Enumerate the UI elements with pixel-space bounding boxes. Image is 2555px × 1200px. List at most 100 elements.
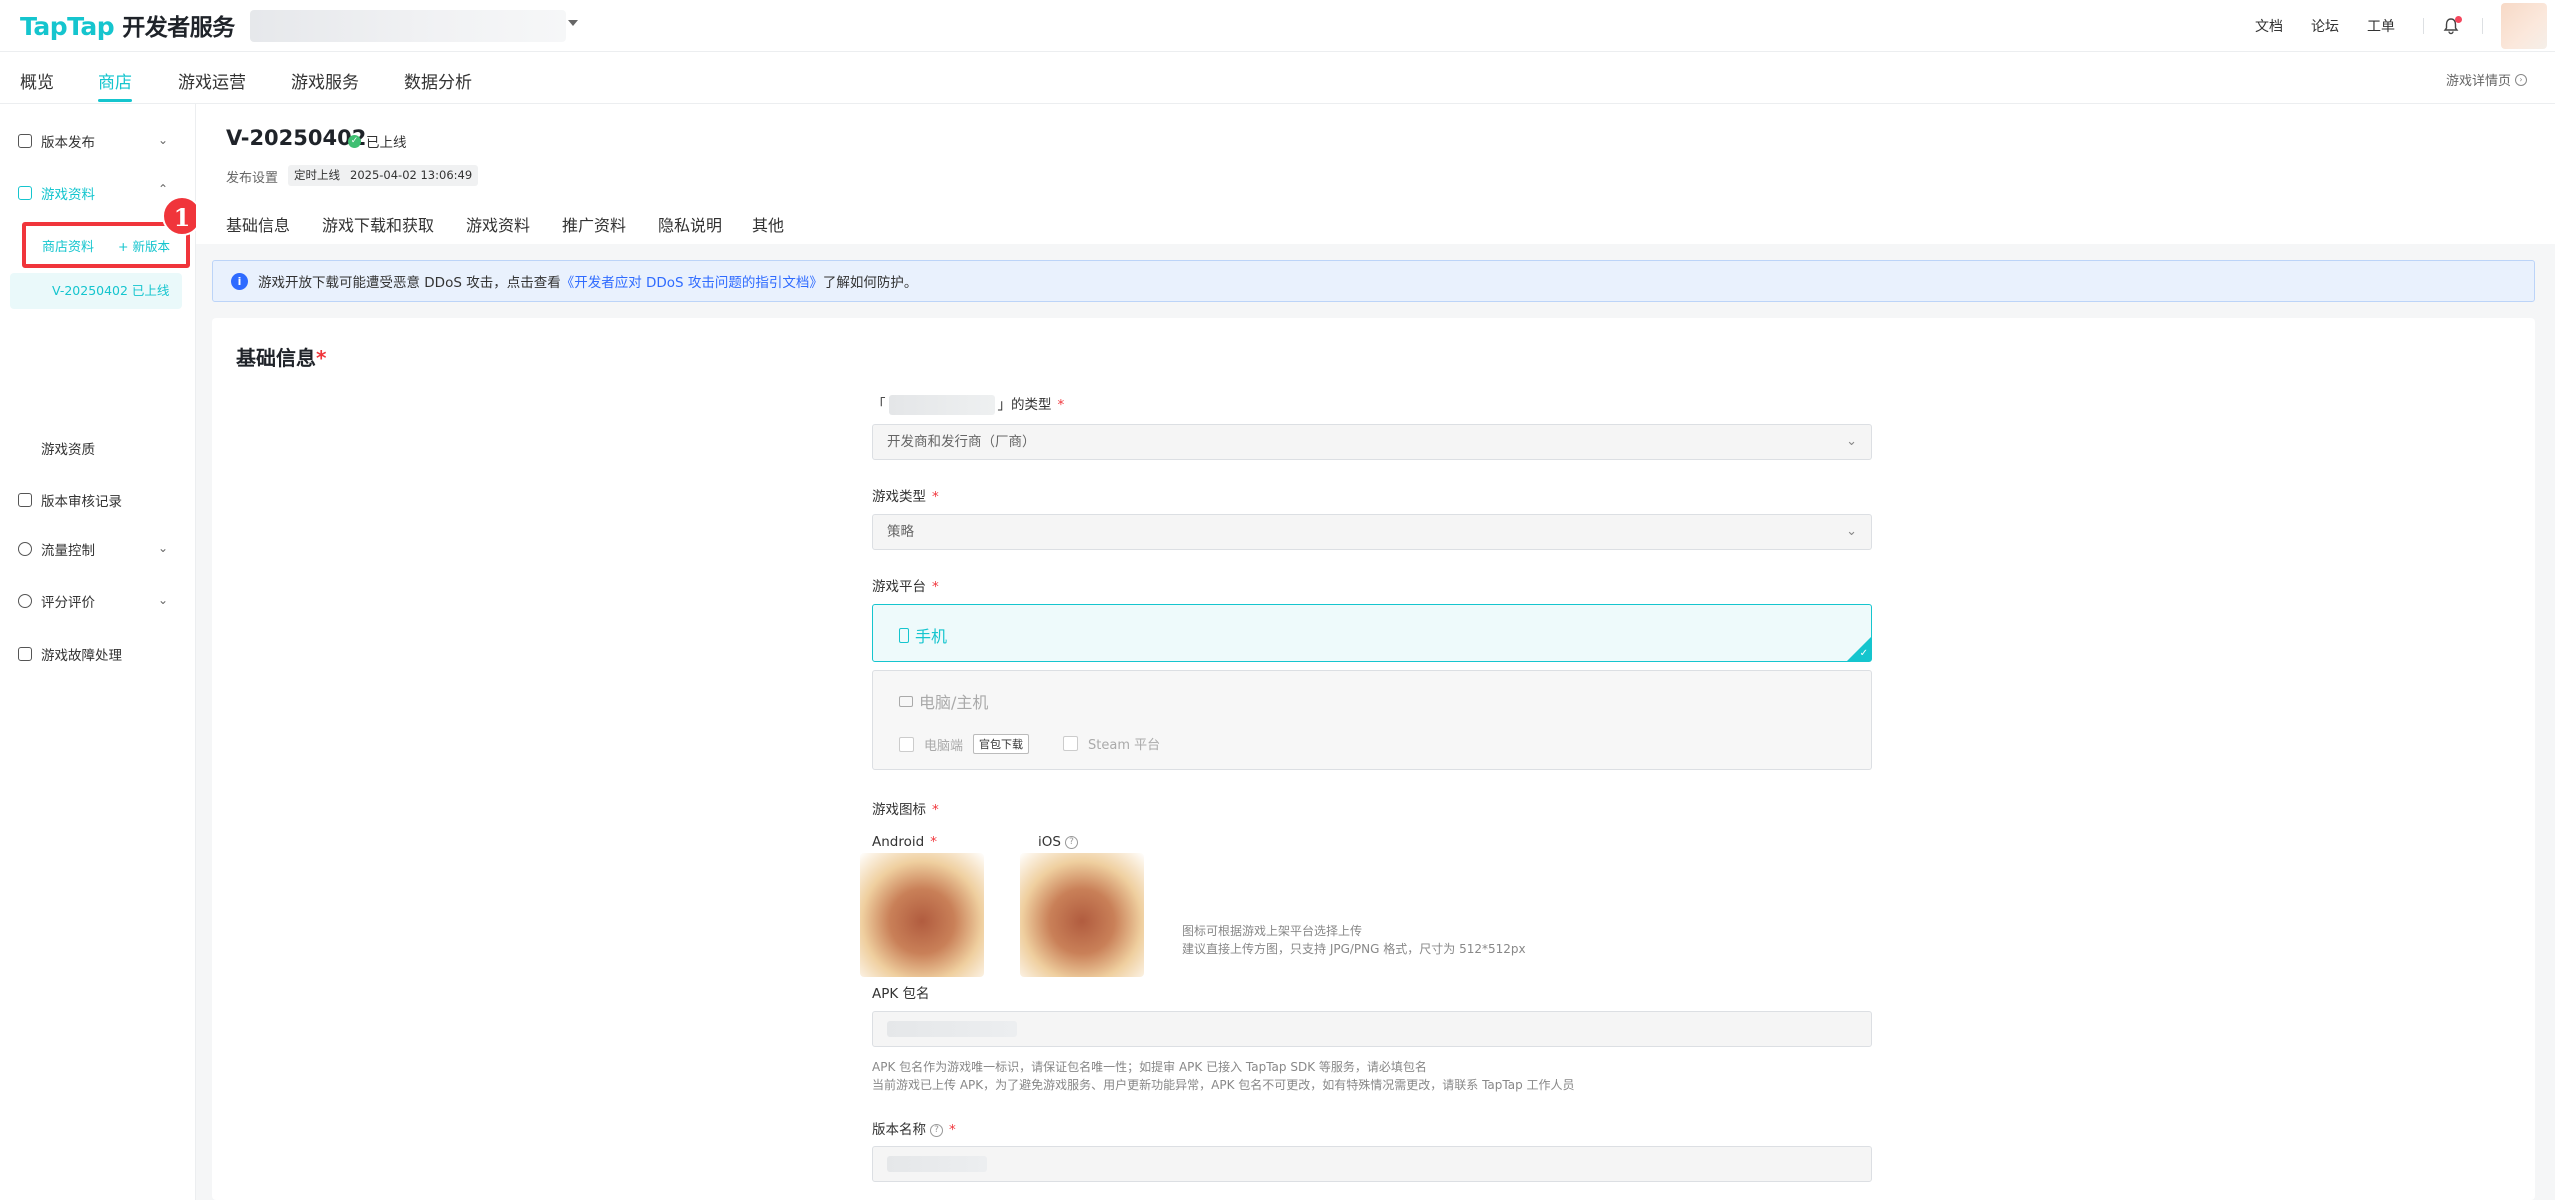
ios-icon-label: iOS?: [1038, 834, 1078, 850]
blurred-version-name: [887, 1156, 987, 1172]
sidebar-item-traffic-control[interactable]: 流量控制 ⌄: [18, 536, 178, 562]
pc-client-checkbox[interactable]: 电脑端 官包下载: [899, 734, 1030, 754]
publish-settings-label: 发布设置: [226, 171, 279, 186]
ddos-guide-link[interactable]: 《开发者应对 DDoS 攻击问题的指引文档》: [561, 271, 823, 291]
info-icon: i: [231, 272, 248, 290]
ticket-link[interactable]: 工单: [2367, 16, 2395, 36]
logo-subtitle: 开发者服务: [122, 15, 235, 41]
publish-mode: 定时上线: [294, 168, 340, 182]
check-circle-icon: ✓: [348, 134, 361, 148]
publish-schedule-tag: 定时上线 2025-04-02 13:06:49: [288, 165, 479, 186]
taptap-logo[interactable]: TapTap 开发者服务: [20, 8, 235, 42]
tab-game-service[interactable]: 游戏服务: [291, 68, 359, 93]
game-detail-label: 游戏详情页: [2445, 74, 2511, 89]
sidebar-subitem-version[interactable]: V-20250402 已上线: [10, 273, 182, 309]
blurred-company-name: [888, 395, 995, 415]
sidebar-item-label: 游戏故障处理: [41, 648, 122, 664]
top-header: TapTap 开发者服务 文档 论坛 工单: [0, 0, 2555, 52]
sidebar-item-review-record[interactable]: 版本审核记录: [18, 487, 178, 513]
caret-down-icon[interactable]: [568, 20, 578, 26]
chevron-down-icon: ⌄: [157, 133, 168, 147]
apk-package-label: APK 包名: [872, 986, 930, 1002]
sidebar-item-rating[interactable]: 评分评价 ⌄: [18, 588, 178, 614]
entity-type-select[interactable]: 开发商和发行商（厂商） ⌄: [872, 424, 1872, 460]
chevron-down-icon: ⌄: [157, 541, 168, 555]
tab-game-operation[interactable]: 游戏运营: [178, 68, 246, 93]
notice-text: 游戏开放下载可能遭受恶意 DDoS 攻击，点击查看: [258, 275, 561, 291]
alert-icon: [18, 647, 32, 661]
sidebar-item-qualification[interactable]: 游戏资质: [18, 435, 178, 461]
entity-type-label: 「」的类型 *: [872, 395, 1065, 415]
monitor-icon: [899, 695, 913, 707]
comment-icon: [18, 594, 32, 608]
basic-info-panel: 基础信息* 「」的类型 * 开发商和发行商（厂商） ⌄ 游戏类型 * 策略 ⌄ 游戏…: [212, 318, 2535, 1200]
main-nav: 概览 商店 游戏运营 游戏服务 数据分析 游戏详情页 ›: [0, 52, 2555, 104]
sidebar-item-release[interactable]: 版本发布 ⌄: [18, 128, 178, 154]
sidebar-item-label: 流量控制: [41, 543, 95, 559]
version-title: V-20250402: [226, 126, 367, 150]
annotation-highlight-box: [22, 222, 190, 268]
chevron-down-icon: ⌄: [1846, 524, 1857, 539]
icon-hint: 图标可根据游戏上架平台选择上传 建议直接上传方图，只支持 JPG/PNG 格式，…: [1182, 924, 1526, 956]
forum-link[interactable]: 论坛: [2311, 16, 2339, 36]
help-icon[interactable]: ?: [1064, 835, 1078, 849]
notification-dot: [2455, 16, 2462, 23]
version-header: V-20250402 ✓ 已上线 发布设置 定时上线 2025-04-02 13:…: [196, 104, 2555, 244]
divider: [2423, 18, 2424, 34]
ddos-notice: i 游戏开放下载可能遭受恶意 DDoS 攻击，点击查看 《开发者应对 DDoS …: [212, 260, 2535, 302]
status-text: 已上线: [366, 135, 407, 151]
apk-package-input[interactable]: [872, 1011, 1872, 1047]
clipboard-icon: [18, 493, 32, 507]
subtab-privacy[interactable]: 隐私说明: [658, 212, 722, 236]
active-tab-indicator: [98, 99, 132, 102]
arrow-right-icon: ›: [2515, 73, 2527, 86]
sidebar-item-fault-handling[interactable]: 游戏故障处理: [18, 641, 178, 667]
platform-mobile-option[interactable]: 手机 ✓: [872, 604, 1872, 662]
game-type-label: 游戏类型 *: [872, 489, 939, 505]
check-icon: ✓: [1859, 648, 1868, 659]
tab-overview[interactable]: 概览: [20, 68, 54, 93]
phone-icon: [899, 627, 909, 643]
project-selector[interactable]: [250, 10, 566, 42]
required-mark: *: [316, 346, 327, 370]
platform-label: 游戏平台 *: [872, 579, 939, 595]
steam-checkbox[interactable]: Steam 平台: [1063, 734, 1160, 753]
section-title: 基础信息*: [236, 346, 327, 370]
sidebar-item-label: 评分评价: [41, 595, 95, 611]
version-name-input[interactable]: [872, 1146, 1872, 1182]
android-icon-label: Android *: [872, 834, 937, 850]
bell-icon[interactable]: [2442, 16, 2462, 35]
ios-icon-upload[interactable]: [1020, 853, 1144, 977]
tab-data-analysis[interactable]: 数据分析: [404, 68, 472, 93]
divider: [2482, 18, 2483, 34]
platform-pc-option[interactable]: 电脑/主机 电脑端 官包下载 Steam 平台: [872, 670, 1872, 770]
sidebar-item-game-info[interactable]: 游戏资料 ⌃: [18, 180, 178, 206]
game-detail-link[interactable]: 游戏详情页 ›: [2446, 70, 2527, 89]
subtab-other[interactable]: 其他: [752, 212, 784, 236]
subtab-game-materials[interactable]: 游戏资料: [466, 212, 530, 236]
document-icon: [18, 186, 32, 200]
logo-text: TapTap: [20, 12, 115, 41]
game-type-select[interactable]: 策略 ⌄: [872, 514, 1872, 550]
chevron-down-icon: ⌄: [1846, 434, 1857, 449]
chevron-up-icon: ⌃: [157, 182, 168, 196]
sidebar-item-label: 版本发布: [41, 135, 95, 151]
avatar[interactable]: [2501, 3, 2547, 49]
subtab-download[interactable]: 游戏下载和获取: [322, 212, 434, 236]
version-name-label: 版本名称? *: [872, 1122, 956, 1138]
sidebar: 版本发布 ⌄ 游戏资料 ⌃ 游戏资质 版本审核记录 流量控制 ⌄ 评分评价 ⌄ …: [0, 104, 196, 1200]
sidebar-item-label: 游戏资料: [41, 187, 95, 203]
header-links: 文档 论坛 工单: [2255, 0, 2555, 52]
chevron-down-icon: ⌄: [157, 593, 168, 607]
icon-label: 游戏图标 *: [872, 802, 939, 818]
help-icon[interactable]: ?: [930, 1123, 943, 1137]
notice-text-end: 了解如何防护。: [822, 275, 918, 291]
tab-store[interactable]: 商店: [98, 68, 132, 93]
subtab-promotion[interactable]: 推广资料: [562, 212, 626, 236]
status-badge: ✓ 已上线: [348, 131, 407, 151]
docs-link[interactable]: 文档: [2255, 16, 2283, 36]
subtab-basic-info[interactable]: 基础信息: [226, 212, 290, 236]
target-icon: [18, 542, 32, 556]
android-icon-upload[interactable]: [860, 853, 984, 977]
publish-time: 2025-04-02 13:06:49: [350, 168, 473, 182]
